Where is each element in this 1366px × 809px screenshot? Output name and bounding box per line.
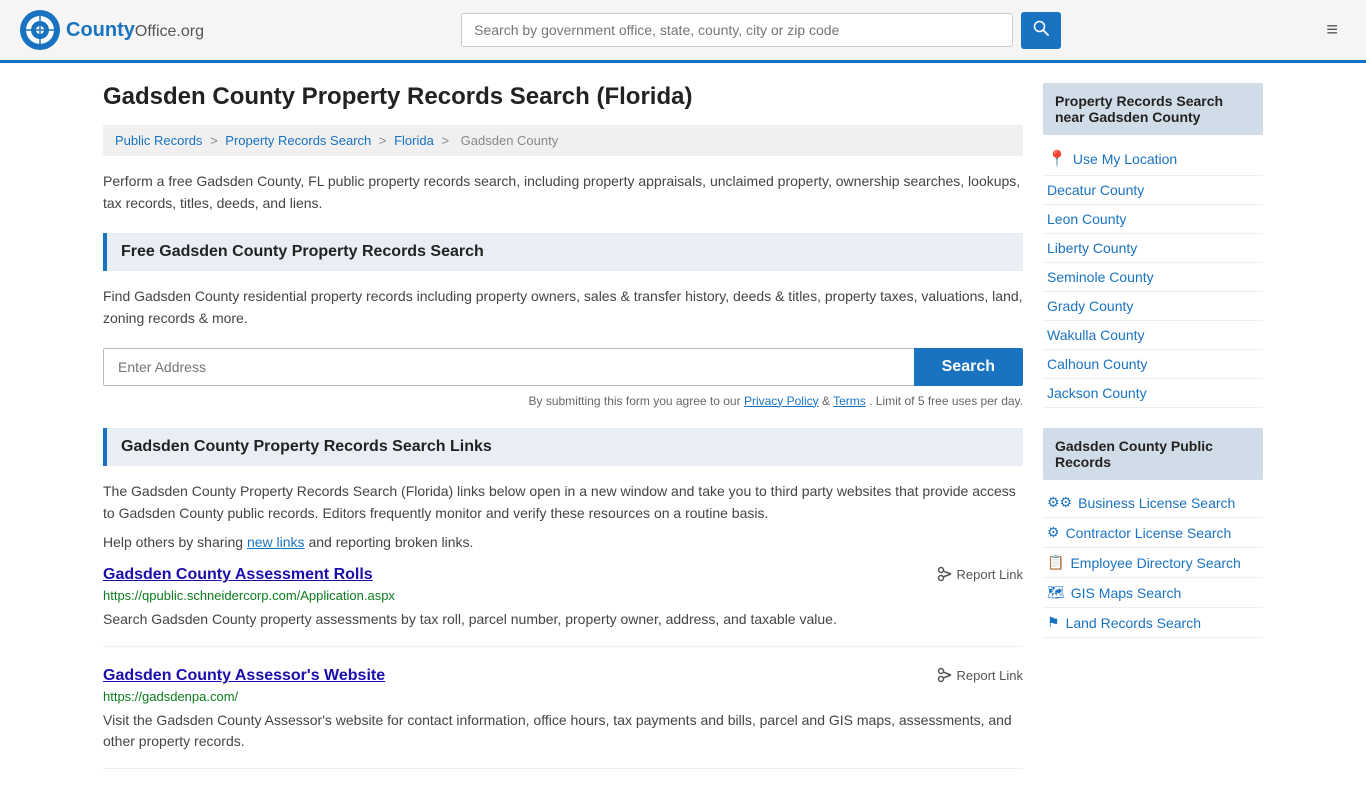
- main-container: Gadsden County Property Records Search (…: [83, 63, 1283, 809]
- map-icon: 🗺: [1047, 584, 1065, 601]
- sidebar: Property Records Search near Gadsden Cou…: [1043, 83, 1263, 789]
- seminole-county-link[interactable]: Seminole County: [1047, 269, 1154, 285]
- nearby-county-liberty[interactable]: Liberty County: [1043, 234, 1263, 263]
- use-my-location-item[interactable]: 📍 Use My Location: [1043, 143, 1263, 176]
- record-link-item-2: Gadsden County Assessor's Website Report…: [103, 667, 1023, 769]
- calhoun-county-link[interactable]: Calhoun County: [1047, 356, 1147, 372]
- nearby-section: Property Records Search near Gadsden Cou…: [1043, 83, 1263, 408]
- breadcrumb-property-records[interactable]: Property Records Search: [225, 133, 371, 148]
- links-description: The Gadsden County Property Records Sear…: [103, 480, 1023, 525]
- header-search-input[interactable]: [461, 13, 1013, 47]
- page-title: Gadsden County Property Records Search (…: [103, 83, 1023, 111]
- land-records-item[interactable]: ⚑ Land Records Search: [1043, 608, 1263, 638]
- links-section: Gadsden County Property Records Search L…: [103, 428, 1023, 770]
- free-search-header: Free Gadsden County Property Records Sea…: [103, 233, 1023, 271]
- breadcrumb-florida[interactable]: Florida: [394, 133, 434, 148]
- address-search-input[interactable]: [103, 348, 914, 386]
- scissors-icon: [937, 566, 953, 582]
- free-search-description: Find Gadsden County residential property…: [103, 285, 1023, 330]
- links-section-header: Gadsden County Property Records Search L…: [103, 428, 1023, 466]
- logo-text: CountyOffice.org: [66, 19, 204, 42]
- leon-county-link[interactable]: Leon County: [1047, 211, 1126, 227]
- nearby-county-jackson[interactable]: Jackson County: [1043, 379, 1263, 408]
- record-link-item: Gadsden County Assessment Rolls Report L…: [103, 566, 1023, 647]
- nearby-county-leon[interactable]: Leon County: [1043, 205, 1263, 234]
- nearby-county-decatur[interactable]: Decatur County: [1043, 176, 1263, 205]
- book-icon: 📋: [1047, 554, 1064, 571]
- liberty-county-link[interactable]: Liberty County: [1047, 240, 1137, 256]
- business-license-item[interactable]: ⚙⚙ Business License Search: [1043, 488, 1263, 518]
- record-link-desc-1: Search Gadsden County property assessmen…: [103, 609, 1023, 630]
- terms-link[interactable]: Terms: [833, 394, 866, 408]
- privacy-policy-link[interactable]: Privacy Policy: [744, 394, 819, 408]
- location-pin-icon: 📍: [1047, 149, 1067, 169]
- property-search-form: Search: [103, 348, 1023, 386]
- gear-icon: ⚙: [1047, 524, 1060, 541]
- nearby-county-wakulla[interactable]: Wakulla County: [1043, 321, 1263, 350]
- use-my-location-link[interactable]: Use My Location: [1073, 151, 1177, 167]
- employee-directory-link[interactable]: Employee Directory Search: [1070, 555, 1240, 571]
- jackson-county-link[interactable]: Jackson County: [1047, 385, 1147, 401]
- breadcrumb: Public Records > Property Records Search…: [103, 125, 1023, 156]
- gear2-icon: ⚙⚙: [1047, 494, 1072, 511]
- employee-directory-item[interactable]: 📋 Employee Directory Search: [1043, 548, 1263, 578]
- new-links-link[interactable]: new links: [247, 534, 305, 550]
- search-icon: [1033, 20, 1049, 36]
- land-records-link[interactable]: Land Records Search: [1066, 615, 1201, 631]
- gis-maps-item[interactable]: 🗺 GIS Maps Search: [1043, 578, 1263, 608]
- grady-county-link[interactable]: Grady County: [1047, 298, 1133, 314]
- logo[interactable]: CountyOffice.org: [20, 10, 204, 50]
- record-link-desc-2: Visit the Gadsden County Assessor's webs…: [103, 710, 1023, 752]
- form-note: By submitting this form you agree to our…: [103, 394, 1023, 408]
- nearby-county-calhoun[interactable]: Calhoun County: [1043, 350, 1263, 379]
- report-link-button-1[interactable]: Report Link: [937, 566, 1023, 582]
- page-description: Perform a free Gadsden County, FL public…: [103, 170, 1023, 215]
- contractor-license-item[interactable]: ⚙ Contractor License Search: [1043, 518, 1263, 548]
- site-header: CountyOffice.org ≡: [0, 0, 1366, 63]
- menu-button[interactable]: ≡: [1318, 15, 1346, 46]
- nearby-county-grady[interactable]: Grady County: [1043, 292, 1263, 321]
- business-license-link[interactable]: Business License Search: [1078, 495, 1235, 511]
- record-link-title-2[interactable]: Gadsden County Assessor's Website: [103, 667, 385, 685]
- content-area: Gadsden County Property Records Search (…: [103, 83, 1023, 789]
- nearby-section-header: Property Records Search near Gadsden Cou…: [1043, 83, 1263, 135]
- breadcrumb-public-records[interactable]: Public Records: [115, 133, 202, 148]
- land-icon: ⚑: [1047, 614, 1060, 631]
- gis-maps-link[interactable]: GIS Maps Search: [1071, 585, 1182, 601]
- report-link-button-2[interactable]: Report Link: [937, 667, 1023, 683]
- wakulla-county-link[interactable]: Wakulla County: [1047, 327, 1145, 343]
- header-search-button[interactable]: [1021, 12, 1061, 49]
- public-records-section: Gadsden County Public Records ⚙⚙ Busines…: [1043, 428, 1263, 638]
- contractor-license-link[interactable]: Contractor License Search: [1066, 525, 1232, 541]
- address-search-button[interactable]: Search: [914, 348, 1023, 386]
- share-note: Help others by sharing new links and rep…: [103, 534, 1023, 550]
- breadcrumb-current: Gadsden County: [461, 133, 559, 148]
- logo-icon: [20, 10, 60, 50]
- record-link-url-2: https://gadsdenpa.com/: [103, 689, 1023, 704]
- record-link-title-1[interactable]: Gadsden County Assessment Rolls: [103, 566, 373, 584]
- scissors-icon-2: [937, 667, 953, 683]
- nearby-county-seminole[interactable]: Seminole County: [1043, 263, 1263, 292]
- public-records-section-header: Gadsden County Public Records: [1043, 428, 1263, 480]
- decatur-county-link[interactable]: Decatur County: [1047, 182, 1144, 198]
- header-search-form: [461, 12, 1061, 49]
- record-link-url-1: https://qpublic.schneidercorp.com/Applic…: [103, 588, 1023, 603]
